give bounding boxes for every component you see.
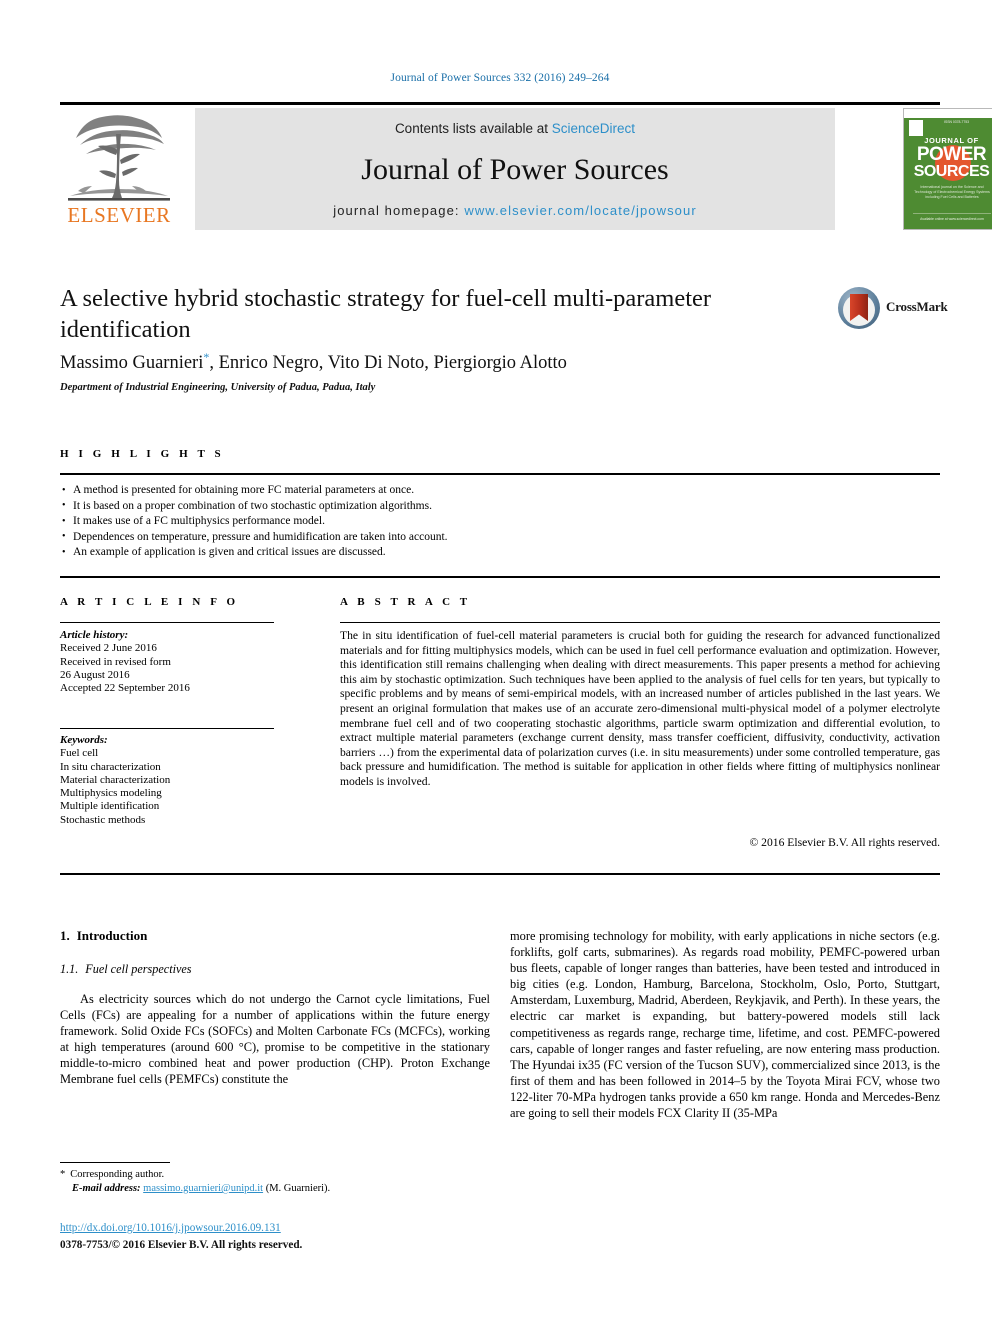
keyword-item: In situ characterization: [60, 760, 161, 773]
article-info-rule: [60, 622, 274, 624]
subsection-number: 1.1.: [60, 962, 79, 976]
sciencedirect-link[interactable]: ScienceDirect: [552, 121, 635, 136]
keywords-rule: [60, 728, 274, 730]
cover-blurb: International journal on the Science and…: [914, 185, 990, 199]
footnote-rule: [60, 1162, 170, 1164]
subsection-title: Fuel cell perspectives: [85, 962, 192, 976]
elsevier-wordmark: ELSEVIER: [67, 203, 171, 227]
keyword-item: Fuel cell: [60, 747, 99, 760]
email-note: E-mail address: massimo.guarnieri@unipd.…: [60, 1182, 490, 1196]
crossmark-icon: [838, 287, 880, 329]
abstract-heading: A B S T R A C T: [340, 596, 471, 608]
body-column-left: 1. Introduction 1.1. Fuel cell perspective…: [60, 928, 490, 1088]
author-list: Massimo Guarnieri*, Enrico Negro, Vito D…: [60, 350, 850, 374]
keyword-item: Stochastic methods: [60, 813, 146, 826]
abstract-text: The in situ identification of fuel-cell …: [340, 629, 940, 790]
journal-masthead: ELSEVIER Contents lists available at Sci…: [60, 108, 992, 230]
sciencedirect-band: Contents lists available at ScienceDirec…: [195, 108, 835, 230]
article-info-heading: A R T I C L E I N F O: [60, 596, 239, 608]
subsection-heading: 1.1. Fuel cell perspectives: [60, 962, 490, 977]
keyword-item: Multiple identification: [60, 800, 160, 813]
paper-page: Journal of Power Sources 332 (2016) 249–…: [0, 0, 992, 1323]
keyword-item: Material characterization: [60, 773, 171, 786]
cover-issn: ISSN 0378-7753: [944, 120, 970, 124]
list-item: A method is presented for obtaining more…: [62, 483, 762, 499]
footnote-star: *: [60, 1169, 66, 1180]
footnote-block: * Corresponding author. E-mail address: m…: [60, 1168, 490, 1196]
list-item: It is based on a proper combination of t…: [62, 498, 762, 515]
corresponding-author-name: Massimo Guarnieri: [60, 353, 204, 374]
highlights-heading: H I G H L I G H T S: [60, 448, 225, 460]
contents-prefix: Contents lists available at: [394, 121, 552, 136]
body-paragraph: more promising technology for mobility, …: [510, 929, 940, 1121]
elsevier-logo: ELSEVIER: [60, 108, 178, 230]
highlights-top-rule: [60, 473, 940, 476]
history-line: Received 2 June 2016: [60, 642, 157, 655]
homepage-prefix: journal homepage:: [333, 203, 465, 218]
article-history: Article history: Received 2 June 2016 Re…: [60, 629, 290, 695]
keyword-item: Multiphysics modeling: [60, 787, 162, 800]
doi-link[interactable]: http://dx.doi.org/10.1016/j.jpowsour.201…: [60, 1222, 490, 1234]
list-item: Dependences on temperature, pressure and…: [62, 529, 762, 546]
history-line: Accepted 22 September 2016: [60, 682, 190, 695]
body-paragraph: As electricity sources which do not unde…: [60, 992, 490, 1087]
page-title: A selective hybrid stochastic strategy f…: [60, 285, 712, 343]
cover-footer: Available online at www.sciencedirect.co…: [913, 213, 991, 222]
section-title: Introduction: [76, 928, 148, 943]
running-head: Journal of Power Sources 332 (2016) 249–…: [390, 72, 610, 84]
email-owner: (M. Guarnieri).: [265, 1183, 331, 1194]
elsevier-tree-icon: [66, 112, 172, 204]
abstract-paragraph: The in situ identification of fuel-cell …: [340, 629, 940, 788]
abstract-rule: [340, 622, 940, 624]
copyright-line: © 2016 Elsevier B.V. All rights reserved…: [749, 836, 940, 849]
cover-sources-word: SOURCES: [913, 163, 990, 180]
journal-title: Journal of Power Sources: [361, 153, 669, 186]
cover-publisher-mark: [909, 120, 923, 136]
abstract-bottom-rule: [60, 873, 940, 876]
article-history-label: Article history:: [60, 629, 129, 641]
corresponding-author-text: Corresponding author.: [70, 1169, 165, 1180]
history-line: Received in revised form: [60, 655, 171, 668]
list-item: An example of application is given and c…: [62, 545, 762, 561]
section-heading: 1. Introduction: [60, 928, 490, 944]
cover-top-bar: [904, 109, 992, 118]
section-number: 1.: [60, 928, 70, 943]
crossmark-badge[interactable]: CrossMark: [838, 285, 948, 331]
issn-copyright-line: 0378-7753/© 2016 Elsevier B.V. All right…: [60, 1239, 303, 1251]
crossmark-label: CrossMark: [886, 299, 948, 314]
email-link[interactable]: massimo.guarnieri@unipd.it: [143, 1183, 263, 1194]
journal-homepage-link[interactable]: www.elsevier.com/locate/jpowsour: [464, 203, 696, 218]
affiliation: Department of Industrial Engineering, Un…: [60, 382, 376, 393]
masthead-top-rule: [60, 102, 940, 105]
keywords-block: Keywords: Fuel cell In situ characteriza…: [60, 734, 290, 827]
journal-cover-image: ISSN 0378-7753 JOURNAL OF POWER SOURCES …: [903, 108, 992, 230]
highlights-list: A method is presented for obtaining more…: [62, 483, 762, 561]
history-line: 26 August 2016: [60, 668, 130, 681]
list-item: It makes use of a FC multiphysics perfor…: [62, 514, 762, 530]
email-label: E-mail address:: [72, 1183, 141, 1194]
keywords-label: Keywords:: [60, 734, 108, 746]
corresponding-author-note: * Corresponding author.: [60, 1168, 490, 1182]
other-authors: , Enrico Negro, Vito Di Noto, Piergiorgi…: [209, 353, 567, 374]
highlights-bottom-rule: [60, 576, 940, 579]
journal-homepage-line: journal homepage: www.elsevier.com/locat…: [195, 203, 835, 218]
contents-line: Contents lists available at ScienceDirec…: [195, 121, 835, 136]
body-column-right: more promising technology for mobility, …: [510, 928, 940, 1121]
